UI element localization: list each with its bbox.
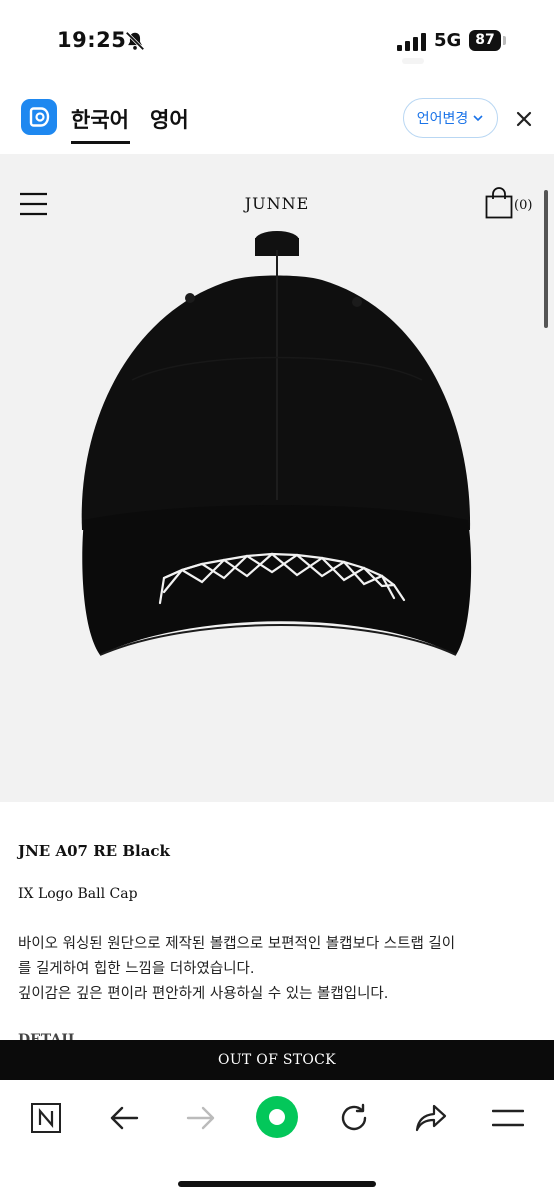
- translate-app-icon[interactable]: [21, 99, 57, 135]
- naver-n-button[interactable]: [26, 1098, 66, 1138]
- green-dot-home-icon: [256, 1096, 298, 1138]
- tab-english[interactable]: 영어: [150, 104, 189, 134]
- reload-button[interactable]: [334, 1098, 374, 1138]
- web-page: JUNNE (0) JNE A07 RE Black IX Logo Ball …: [0, 154, 554, 1040]
- back-button[interactable]: [104, 1098, 144, 1138]
- back-arrow-icon: [110, 1106, 139, 1130]
- brand-logo[interactable]: JUNNE: [0, 194, 554, 213]
- product-description: 바이오 워싱된 원단으로 제작된 볼캡으로 보편적인 볼캡보다 스트랩 길이 를…: [18, 932, 538, 1007]
- change-language-button[interactable]: 언어변경: [403, 98, 498, 138]
- product-image-cap: [81, 231, 472, 656]
- status-time: 19:25: [57, 28, 127, 52]
- tab-korean[interactable]: 한국어: [71, 104, 129, 134]
- bell-muted-icon: [125, 31, 145, 51]
- shopping-bag-icon[interactable]: [485, 187, 513, 219]
- naver-n-icon: [31, 1103, 61, 1133]
- network-type: 5G: [434, 30, 462, 51]
- status-bar: 19:25 5G 87: [0, 0, 554, 84]
- battery-indicator: 87: [469, 30, 501, 51]
- description-line: 를 길게하여 힙한 느낌을 더하였습니다.: [18, 961, 255, 977]
- browser-menu-button[interactable]: [488, 1098, 528, 1138]
- share-button[interactable]: [411, 1098, 451, 1138]
- hamburger-menu-icon: [492, 1109, 524, 1127]
- forward-button[interactable]: [181, 1098, 221, 1138]
- product-name: JNE A07 RE Black: [18, 842, 170, 860]
- product-image-area: JUNNE (0): [0, 154, 554, 802]
- stock-status-label: OUT OF STOCK: [218, 1052, 336, 1068]
- scrollbar[interactable]: [544, 190, 548, 328]
- description-line: 바이오 워싱된 원단으로 제작된 볼캡으로 보편적인 볼캡보다 스트랩 길이: [18, 936, 456, 952]
- product-subtitle: IX Logo Ball Cap: [18, 886, 138, 902]
- signal-icon: [397, 33, 426, 51]
- reload-icon: [341, 1103, 367, 1131]
- home-button[interactable]: [254, 1094, 300, 1140]
- translate-bar: 한국어 영어 언어변경: [0, 84, 554, 154]
- forward-arrow-icon: [186, 1106, 215, 1130]
- share-icon: [415, 1104, 447, 1132]
- home-indicator[interactable]: [178, 1181, 376, 1187]
- detail-heading: DETAIL: [18, 1032, 78, 1040]
- status-handle: [402, 58, 424, 64]
- change-language-label: 언어변경: [416, 111, 469, 127]
- battery-tip: [503, 36, 506, 45]
- out-of-stock-bar[interactable]: OUT OF STOCK: [0, 1040, 554, 1080]
- active-tab-underline: [71, 141, 130, 144]
- chevron-down-icon: [473, 115, 483, 122]
- cart-count[interactable]: (0): [514, 198, 532, 213]
- description-line: 깊이감은 깊은 편이라 편안하게 사용하실 수 있는 볼캡입니다.: [18, 986, 389, 1002]
- close-icon[interactable]: [513, 108, 535, 130]
